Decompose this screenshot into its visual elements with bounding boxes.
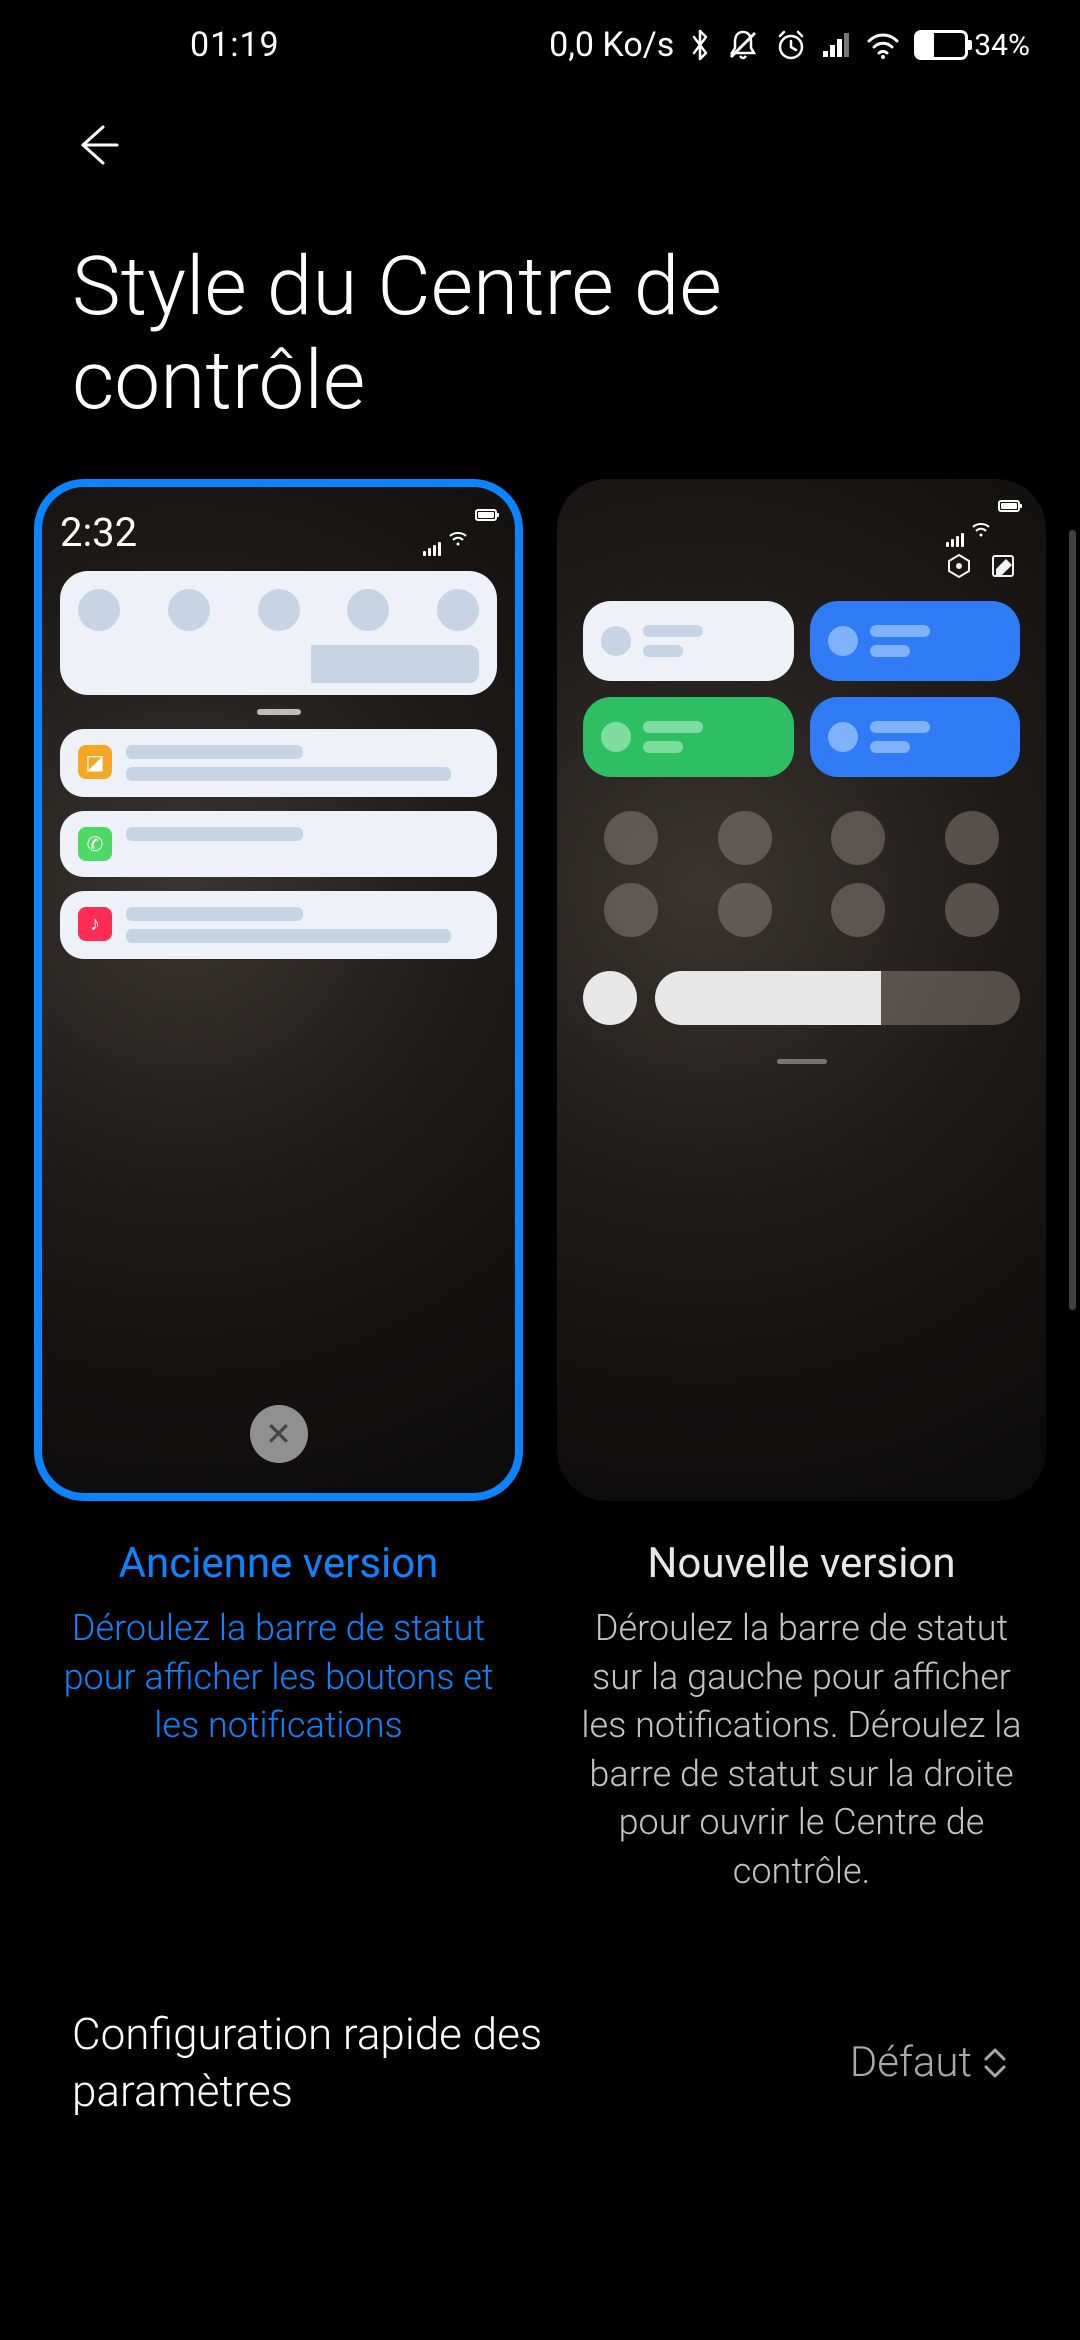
mini-battery-icon [475, 509, 497, 521]
bluetooth-icon [688, 28, 712, 62]
preview-old: 2:32 ◪ ✆ [34, 479, 523, 1501]
signal-icon [822, 31, 852, 59]
status-bar: 01:19 0,0 Ko/s 34% [0, 0, 1080, 90]
style-options: 2:32 ◪ ✆ [0, 479, 1080, 1896]
settings-hex-icon [946, 553, 972, 579]
bell-off-icon [726, 28, 760, 62]
wifi-icon [866, 31, 900, 59]
preview-slider [583, 971, 1020, 1025]
quick-settings-label: Configuration rapide des paramètres [72, 2006, 752, 2120]
mini-battery-icon [998, 500, 1020, 512]
option-new-version[interactable]: Nouvelle version Déroulez la barre de st… [557, 479, 1046, 1896]
edit-icon [990, 553, 1016, 579]
sort-icon [982, 2047, 1008, 2079]
quick-settings-layout-row[interactable]: Configuration rapide des paramètres Défa… [0, 2006, 1080, 2120]
battery-pct: 34% [974, 28, 1030, 63]
preview-notif: ✆ [60, 811, 497, 877]
music-icon: ♪ [78, 907, 112, 941]
status-right-icons: 0,0 Ko/s 34% [549, 25, 1030, 65]
mini-signal-icon [946, 500, 964, 547]
page-title: Style du Centre de contrôle [0, 180, 1080, 479]
option-desc: Déroulez la barre de statut sur la gauch… [557, 1604, 1046, 1896]
option-old-version[interactable]: 2:32 ◪ ✆ [34, 479, 523, 1896]
preview-dot-grid [583, 811, 1020, 937]
preview-tiles [583, 601, 1020, 777]
option-desc: Déroulez la barre de statut pour affiche… [34, 1604, 523, 1750]
battery-indicator: 34% [914, 28, 1030, 63]
phone-icon: ✆ [78, 827, 112, 861]
close-icon: ✕ [250, 1405, 308, 1463]
mini-signal-icon [423, 509, 441, 556]
option-title: Nouvelle version [647, 1539, 955, 1588]
note-icon: ◪ [78, 745, 112, 779]
scrollbar[interactable] [1069, 530, 1076, 1310]
status-time: 01:19 [190, 25, 280, 65]
preview-toggles [60, 571, 497, 695]
preview-new [557, 479, 1046, 1501]
mini-wifi-icon [972, 500, 990, 547]
back-button[interactable] [60, 110, 130, 180]
option-title: Ancienne version [119, 1539, 439, 1588]
mini-wifi-icon [449, 509, 467, 556]
preview-notif: ♪ [60, 891, 497, 959]
data-rate: 0,0 Ko/s [549, 25, 674, 65]
preview-time: 2:32 [60, 509, 137, 556]
preview-notif: ◪ [60, 729, 497, 797]
quick-settings-value: Défaut [850, 2038, 1008, 2087]
alarm-icon [774, 28, 808, 62]
